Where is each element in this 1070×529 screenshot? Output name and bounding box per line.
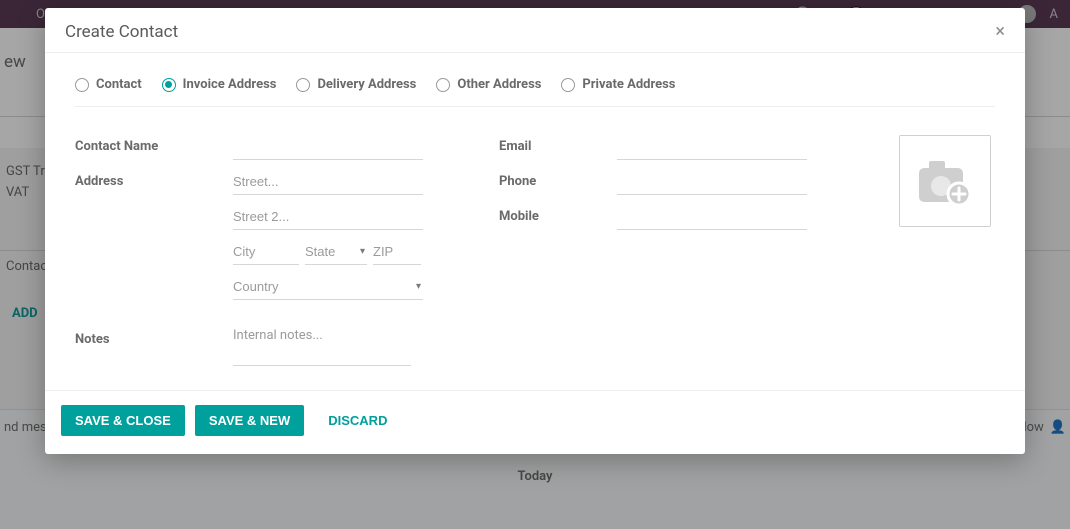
camera-plus-icon <box>915 156 975 206</box>
discard-button[interactable]: DISCARD <box>314 405 401 436</box>
contact-type-radio-group: Contact Invoice Address Delivery Address… <box>75 69 995 107</box>
contact-name-input[interactable] <box>233 135 423 160</box>
country-select[interactable] <box>233 275 423 300</box>
label-email: Email <box>499 135 609 154</box>
radio-private-address[interactable]: Private Address <box>561 77 675 92</box>
close-icon[interactable]: × <box>995 23 1005 41</box>
modal-header: Create Contact × <box>45 8 1025 53</box>
zip-input[interactable] <box>373 240 421 265</box>
create-contact-modal: Create Contact × Contact Invoice Address… <box>45 8 1025 454</box>
label-address: Address <box>75 170 225 189</box>
label-phone: Phone <box>499 170 609 189</box>
label-notes: Notes <box>75 328 225 347</box>
street2-input[interactable] <box>233 205 423 230</box>
phone-input[interactable] <box>617 170 807 195</box>
state-select[interactable] <box>305 240 367 265</box>
radio-contact[interactable]: Contact <box>75 77 142 92</box>
radio-other-address[interactable]: Other Address <box>436 77 541 92</box>
mobile-input[interactable] <box>617 205 807 230</box>
modal-footer: SAVE & CLOSE SAVE & NEW DISCARD <box>45 390 1025 454</box>
email-input[interactable] <box>617 135 807 160</box>
save-close-button[interactable]: SAVE & CLOSE <box>61 405 185 436</box>
save-new-button[interactable]: SAVE & NEW <box>195 405 304 436</box>
label-contact-name: Contact Name <box>75 135 225 154</box>
city-input[interactable] <box>233 240 299 265</box>
radio-delivery-address[interactable]: Delivery Address <box>296 77 416 92</box>
street-input[interactable] <box>233 170 423 195</box>
label-mobile: Mobile <box>499 205 609 224</box>
radio-invoice-address[interactable]: Invoice Address <box>162 77 277 92</box>
modal-title: Create Contact <box>65 22 178 42</box>
notes-textarea[interactable] <box>233 328 411 366</box>
image-upload[interactable] <box>899 135 991 227</box>
